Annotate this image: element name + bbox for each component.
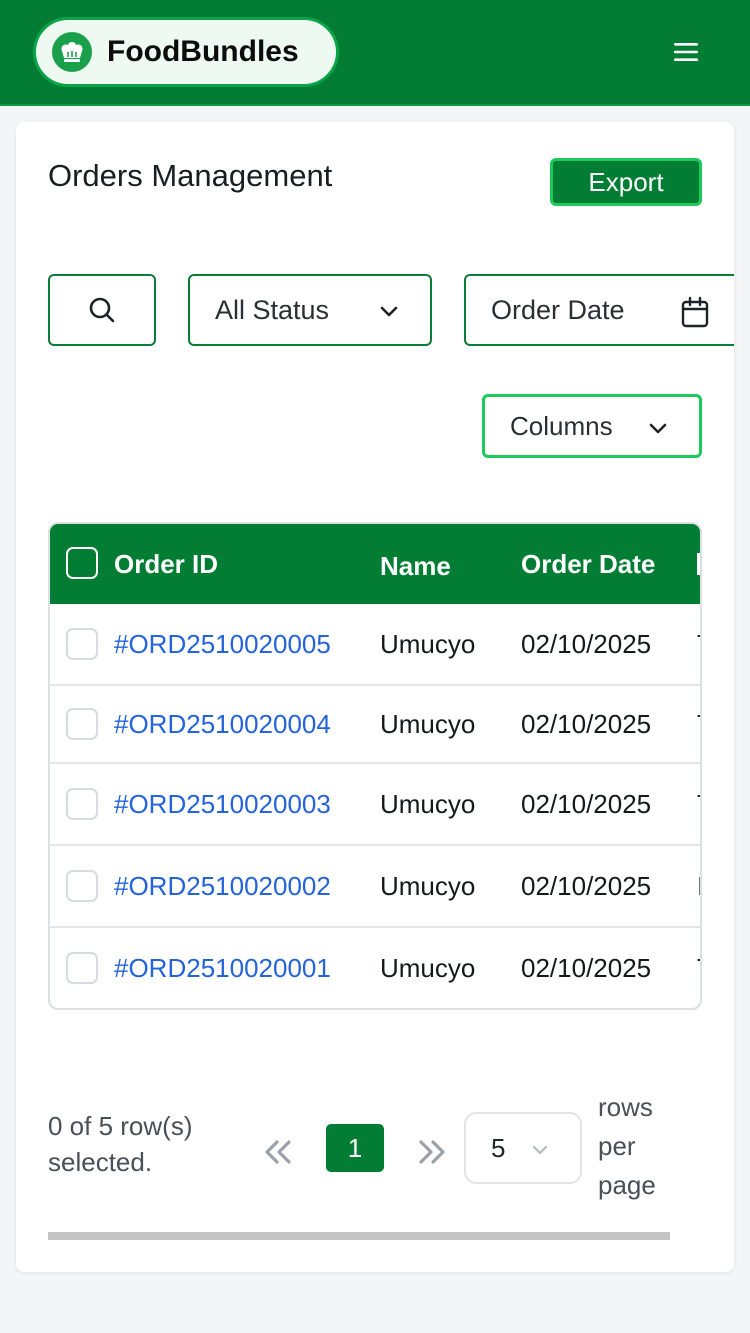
order-date: 02/10/2025 [521,952,652,983]
customer-name: Umucyo [380,788,476,819]
table-header-row: Order ID Name Order Date [50,524,700,606]
select-all-checkbox[interactable] [66,547,98,579]
columns-dropdown-button[interactable]: Columns [482,394,702,458]
page-title: Orders Management [48,158,333,193]
page-number-current[interactable]: 1 [326,1124,384,1172]
clipped-cell: T [697,928,700,1008]
rows-per-page-select[interactable]: 5 [464,1112,582,1184]
calendar-icon [681,296,709,328]
order-date: 02/10/2025 [521,870,652,901]
column-header-name[interactable]: Name [380,526,451,606]
column-header-order-id[interactable]: Order ID [114,524,218,604]
table-row[interactable]: #ORD2510020001 Umucyo 02/10/2025 T [50,928,700,1008]
column-header-clipped [697,524,700,604]
hamburger-menu-icon[interactable] [668,36,704,68]
customer-name: Umucyo [380,952,476,983]
columns-label: Columns [510,410,613,441]
order-date-filter[interactable]: Order Date [464,274,734,346]
customer-name: Umucyo [380,870,476,901]
table-row[interactable]: #ORD2510020004 Umucyo 02/10/2025 T [50,686,700,764]
first-page-button[interactable] [258,1132,298,1172]
export-button[interactable]: Export [550,158,702,206]
row-checkbox[interactable] [66,952,98,984]
chef-hat-icon [52,32,92,72]
rows-per-page-label: rows per page [598,1092,656,1200]
rows-per-page-value: 5 [491,1132,506,1163]
row-checkbox[interactable] [66,788,98,820]
column-header-order-date[interactable]: Order Date [521,524,655,604]
clipped-cell: T [697,764,700,844]
clipped-cell: T [697,686,700,762]
chevron-down-icon [532,1145,548,1155]
chevron-down-icon [380,306,398,317]
order-date: 02/10/2025 [521,788,652,819]
order-date: 02/10/2025 [521,708,652,739]
order-id-link[interactable]: #ORD2510020003 [114,764,331,844]
status-filter-select[interactable]: All Status [188,274,432,346]
status-filter-value: All Status [215,294,330,325]
orders-table: Order ID Name Order Date #ORD2510020005 … [48,522,702,1010]
clipped-cell: I [697,846,700,926]
order-id-link[interactable]: #ORD2510020001 [114,928,331,1008]
search-button[interactable] [48,274,156,346]
table-row[interactable]: #ORD2510020002 Umucyo 02/10/2025 I [50,846,700,928]
horizontal-scrollbar[interactable] [48,1232,670,1240]
customer-name: Umucyo [380,708,476,739]
order-id-link[interactable]: #ORD2510020005 [114,604,331,684]
order-id-link[interactable]: #ORD2510020004 [114,686,331,762]
chevron-down-icon [649,423,667,434]
clipped-cell: T [697,604,700,684]
row-checkbox[interactable] [66,870,98,902]
row-checkbox[interactable] [66,628,98,660]
brand-pill[interactable]: FoodBundles [33,17,339,87]
brand-name: FoodBundles [107,35,299,68]
top-navbar: FoodBundles [0,0,750,106]
last-page-button[interactable] [412,1132,452,1172]
table-row[interactable]: #ORD2510020003 Umucyo 02/10/2025 T [50,764,700,846]
customer-name: Umucyo [380,628,476,659]
double-chevron-right-icon [419,1140,445,1164]
order-id-link[interactable]: #ORD2510020002 [114,846,331,926]
table-row[interactable]: #ORD2510020005 Umucyo 02/10/2025 T [50,604,700,686]
orders-card: Orders Management Export All Status Orde… [16,122,734,1272]
double-chevron-left-icon [265,1140,291,1164]
selected-rows-text: 0 of 5 row(s) selected. [48,1111,193,1177]
row-checkbox[interactable] [66,708,98,740]
order-date: 02/10/2025 [521,628,652,659]
search-icon [89,297,115,323]
order-date-placeholder: Order Date [491,294,625,325]
